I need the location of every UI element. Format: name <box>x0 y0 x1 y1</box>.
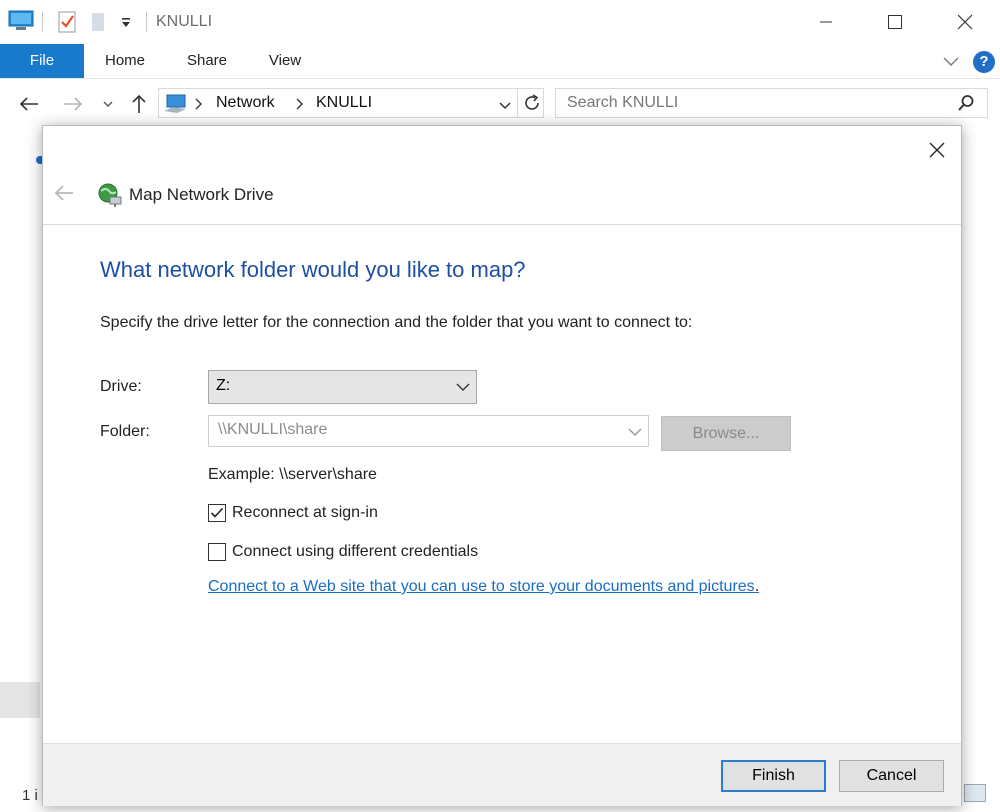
tab-view[interactable]: View <box>256 44 314 78</box>
folder-input[interactable]: \\KNULLI\share <box>218 421 327 439</box>
breadcrumb-knulli[interactable]: KNULLI <box>316 94 372 112</box>
chevron-down-icon[interactable] <box>628 424 642 442</box>
maximize-button[interactable] <box>872 0 918 44</box>
breadcrumb-network[interactable]: Network <box>216 94 275 112</box>
reconnect-checkbox[interactable] <box>208 504 226 522</box>
address-bar[interactable]: Network KNULLI <box>158 88 544 118</box>
tab-home[interactable]: Home <box>96 44 154 78</box>
address-history-chevron-icon[interactable] <box>498 98 512 116</box>
toolbar-separator <box>42 12 43 32</box>
drive-selected-value: Z: <box>216 377 231 394</box>
map-network-drive-dialog: Map Network Drive What network folder wo… <box>42 125 962 806</box>
breadcrumb-separator-icon <box>195 97 203 115</box>
reconnect-option[interactable]: Reconnect at sign-in <box>208 502 378 524</box>
ribbon-tab-bar: File Home Share View ? <box>0 44 1000 79</box>
new-folder-icon[interactable] <box>90 11 106 38</box>
link-period: . <box>754 578 760 595</box>
window-close-button[interactable] <box>942 0 988 44</box>
tab-share[interactable]: Share <box>178 44 236 78</box>
properties-icon[interactable] <box>58 11 76 38</box>
dialog-heading: What network folder would you like to ma… <box>100 257 526 282</box>
drive-select[interactable]: Z: <box>208 370 477 404</box>
web-site-storage-link[interactable]: Connect to a Web site that you can use t… <box>208 578 755 595</box>
credentials-option[interactable]: Connect using different credentials <box>208 541 478 563</box>
back-arrow-icon[interactable] <box>16 91 42 117</box>
toolbar-separator <box>146 12 147 32</box>
background-selected-item <box>0 682 40 718</box>
refresh-icon[interactable] <box>523 93 541 118</box>
recent-locations-chevron-icon[interactable] <box>100 91 116 117</box>
help-button[interactable]: ? <box>973 51 995 73</box>
web-site-storage-link-row: Connect to a Web site that you can use t… <box>208 578 759 596</box>
network-drive-globe-icon <box>97 182 123 213</box>
browse-button[interactable]: Browse... <box>661 416 791 451</box>
customize-toolbar-dropdown-icon[interactable] <box>120 16 132 34</box>
dialog-footer: Finish Cancel <box>43 743 961 806</box>
dialog-close-button[interactable] <box>919 134 955 166</box>
credentials-checkbox[interactable] <box>208 543 226 561</box>
this-pc-icon[interactable] <box>8 9 34 38</box>
dialog-title: Map Network Drive <box>129 185 274 204</box>
dialog-header: Map Network Drive <box>43 166 961 225</box>
search-icon[interactable] <box>957 94 975 117</box>
folder-label: Folder: <box>100 423 150 440</box>
up-arrow-icon[interactable] <box>127 91 151 117</box>
chevron-down-icon <box>456 379 470 397</box>
dialog-instruction: Specify the drive letter for the connect… <box>100 314 693 331</box>
tab-file[interactable]: File <box>0 44 84 78</box>
breadcrumb-separator-icon <box>296 97 304 115</box>
network-icon <box>163 93 187 120</box>
status-bar-item-count: 1 i <box>22 787 38 804</box>
expand-ribbon-chevron-icon[interactable] <box>942 54 960 73</box>
credentials-label[interactable]: Connect using different credentials <box>232 543 478 561</box>
forward-arrow-icon[interactable] <box>60 91 86 117</box>
minimize-button[interactable] <box>803 0 849 44</box>
search-box[interactable]: Search KNULLI <box>555 88 988 118</box>
large-icons-view-icon[interactable] <box>964 784 986 802</box>
folder-example-text: Example: \\server\share <box>208 466 377 483</box>
finish-button[interactable]: Finish <box>721 760 826 792</box>
window-title: KNULLI <box>156 13 213 30</box>
navigation-bar: Network KNULLI Search KNULLI <box>0 79 1000 129</box>
folder-combobox[interactable]: \\KNULLI\share <box>208 415 649 447</box>
drive-label: Drive: <box>100 378 142 395</box>
reconnect-label[interactable]: Reconnect at sign-in <box>232 504 378 522</box>
cancel-button[interactable]: Cancel <box>839 760 944 792</box>
address-divider <box>517 89 518 117</box>
explorer-title-bar: KNULLI <box>0 0 1000 44</box>
dialog-back-arrow-icon[interactable] <box>53 182 75 209</box>
search-input[interactable]: Search KNULLI <box>567 94 678 112</box>
